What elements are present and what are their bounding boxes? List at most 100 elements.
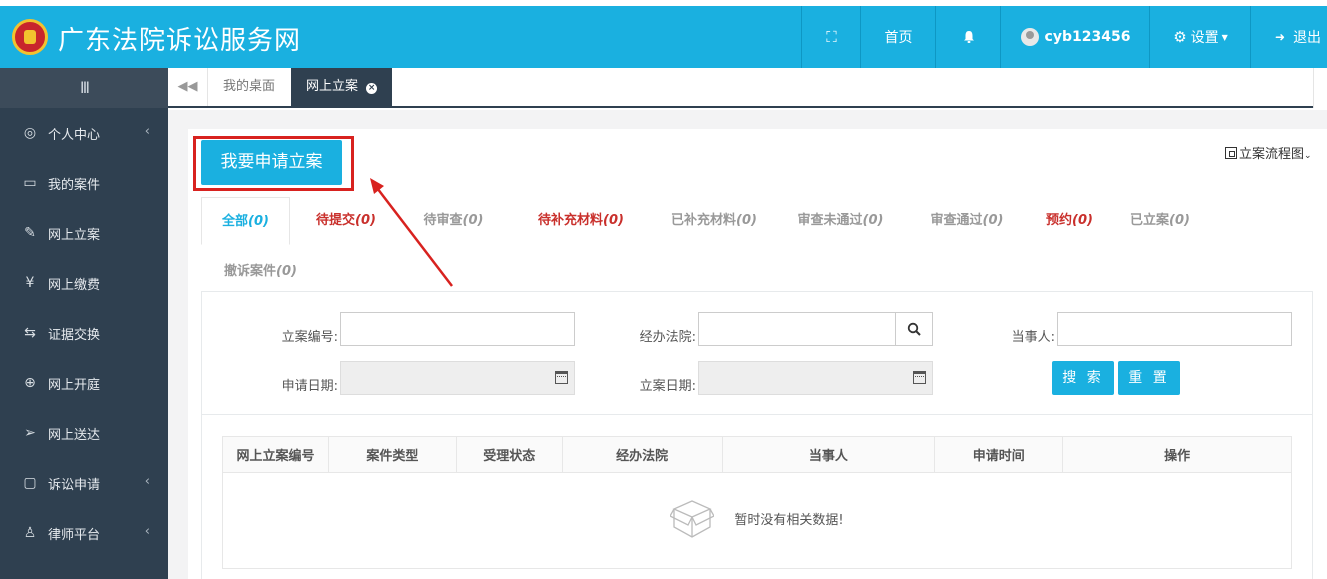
home-label: 首页 (884, 30, 913, 46)
divider (201, 414, 1313, 415)
file-date-input[interactable] (698, 361, 933, 395)
column-header[interactable]: 经办法院 (561, 436, 723, 473)
status-tab-label: 待审查 (423, 213, 463, 228)
status-tab-count: (0) (462, 213, 484, 228)
sidebar-item-online-payment[interactable]: ¥ 网上缴费 (0, 258, 168, 308)
document-icon: ▭ (23, 175, 37, 191)
table-header-row: 网上立案编号 案件类型 受理状态 经办法院 当事人 申请时间 操作 (222, 436, 1292, 473)
status-tab-appointment[interactable]: 预约(0) (1037, 197, 1102, 245)
reset-button[interactable]: 重 置 (1118, 361, 1180, 395)
status-tab-all[interactable]: 全部(0) (201, 197, 290, 245)
sidebar-item-label: 证据交换 (48, 327, 101, 343)
sidebar-item-label: 个人中心 (48, 127, 101, 143)
flow-link-label: 立案流程图 (1239, 147, 1305, 162)
status-tab-withdrawn[interactable]: 撤诉案件(0) (224, 260, 297, 279)
status-tab-materials-added[interactable]: 已补充材料(0) (649, 197, 779, 245)
home-link[interactable]: 首页 (860, 6, 936, 68)
form-icon: ▢ (23, 475, 37, 491)
search-button[interactable]: 搜 索 (1052, 361, 1114, 395)
column-header[interactable]: 案件类型 (327, 436, 457, 473)
column-header[interactable]: 网上立案编号 (222, 436, 329, 473)
status-tab-count: (0) (276, 264, 297, 279)
status-tab-label: 已补充材料 (671, 213, 737, 228)
status-tab-label: 审查未通过 (797, 213, 863, 228)
sidebar-item-label: 网上送达 (48, 427, 101, 443)
status-tab-pending-review[interactable]: 待审查(0) (406, 197, 501, 245)
sidebar-item-online-filing[interactable]: ✎ 网上立案 (0, 208, 168, 258)
tab-label: 网上立案 (306, 79, 359, 94)
status-tab-count: (0) (1169, 213, 1190, 228)
fullscreen-button[interactable]: ⛶ (801, 6, 861, 68)
party-label: 当事人: (1011, 330, 1055, 345)
tab-online-filing[interactable]: 网上立案 × (291, 68, 393, 106)
sidebar-item-label: 网上立案 (48, 227, 101, 243)
status-tab-count: (0) (248, 214, 269, 229)
sidebar-item-litigation-request[interactable]: ▢ 诉讼申请 ‹ (0, 458, 168, 508)
tab-label: 我的桌面 (223, 79, 276, 94)
column-header[interactable]: 申请时间 (934, 436, 1064, 473)
sidebar-item-label: 网上开庭 (48, 377, 101, 393)
notification-button[interactable] (935, 6, 1001, 68)
caret-down-icon: ▼ (1221, 32, 1228, 42)
status-tab-label: 预约 (1046, 213, 1073, 228)
status-tab-count: (0) (355, 213, 376, 228)
tab-my-desk[interactable]: 我的桌面 (208, 68, 290, 106)
sidebar-item-online-delivery[interactable]: ➢ 网上送达 (0, 408, 168, 458)
court-search-button[interactable] (895, 312, 933, 346)
sidebar-item-lawyer-platform[interactable]: ♙ 律师平台 ‹ (0, 508, 168, 558)
cases-table: 网上立案编号 案件类型 受理状态 经办法院 当事人 申请时间 操作 暂时没有相关… (222, 436, 1292, 569)
status-tab-label: 待提交 (316, 213, 356, 228)
sidebar-item-label: 网上缴费 (48, 277, 101, 293)
empty-cell: 暂时没有相关数据! (222, 472, 1292, 569)
search-icon (907, 322, 921, 336)
status-tab-count: (0) (1072, 213, 1093, 228)
filing-flowchart-link[interactable]: 立案流程图⌄ (1225, 143, 1312, 162)
person-icon: ♙ (23, 525, 37, 541)
column-header[interactable]: 受理状态 (455, 436, 563, 473)
status-tab-review-passed[interactable]: 审查通过(0) (917, 197, 1017, 245)
logout-icon: ➜ (1275, 30, 1286, 44)
calendar-icon (555, 371, 568, 384)
column-header[interactable]: 当事人 (721, 436, 936, 473)
empty-state: 暂时没有相关数据! (670, 499, 844, 539)
status-tab-need-materials[interactable]: 待补充材料(0) (516, 197, 646, 245)
apply-date-input[interactable] (340, 361, 575, 395)
sidebar-item-my-cases[interactable]: ▭ 我的案件 (0, 158, 168, 208)
user-menu[interactable]: cyb123456 (1000, 6, 1150, 68)
bell-icon (963, 31, 974, 43)
sidebar-item-label: 诉讼申请 (48, 477, 101, 493)
send-icon: ➢ (24, 425, 36, 441)
gear-icon: ⚙ (1173, 28, 1187, 46)
sidebar-item-evidence-exchange[interactable]: ⇆ 证据交换 (0, 308, 168, 358)
status-tab-label: 审查通过 (930, 213, 983, 228)
status-tab-label: 全部 (222, 214, 249, 229)
tabs-right-edge (1313, 68, 1327, 108)
chevron-left-icon: ‹ (144, 474, 150, 489)
court-emblem-logo (12, 19, 48, 55)
table-empty-row: 暂时没有相关数据! (222, 472, 1292, 569)
sidebar-item-online-hearing[interactable]: ⊕ 网上开庭 (0, 358, 168, 408)
party-input[interactable] (1057, 312, 1292, 346)
sidebar-toggle-button[interactable]: III (0, 68, 168, 108)
logout-label: 退出 (1293, 30, 1322, 46)
court-input[interactable] (698, 312, 896, 346)
logout-button[interactable]: ➜ 退出 (1250, 6, 1327, 68)
status-tab-filed[interactable]: 已立案(0) (1125, 197, 1195, 245)
page-tabs-bar: ◀◀ 我的桌面 网上立案 × (168, 68, 1313, 108)
double-chevron-left-icon: ◀◀ (177, 79, 198, 94)
case-no-input[interactable] (340, 312, 575, 346)
status-tab-label: 撤诉案件 (224, 264, 277, 279)
status-tab-review-failed[interactable]: 审查未通过(0) (783, 197, 898, 245)
sidebar: III ◎ 个人中心 ‹ ▭ 我的案件 ✎ 网上立案 ¥ 网上缴费 ⇆ 证据交换… (0, 68, 168, 579)
edit-icon: ✎ (24, 225, 36, 241)
tabs-scroll-left-button[interactable]: ◀◀ (168, 68, 208, 106)
status-tab-count: (0) (862, 213, 884, 228)
status-tab-pending-submit[interactable]: 待提交(0) (301, 197, 391, 245)
close-tab-icon[interactable]: × (366, 83, 378, 94)
exchange-icon: ⇆ (24, 325, 36, 341)
user-circle-icon: ◎ (23, 125, 37, 141)
annotation-highlight-box (193, 136, 354, 191)
settings-dropdown[interactable]: ⚙ 设置 ▼ (1149, 6, 1251, 68)
sidebar-item-personal-center[interactable]: ◎ 个人中心 ‹ (0, 108, 168, 158)
case-no-label: 立案编号: (281, 330, 338, 345)
